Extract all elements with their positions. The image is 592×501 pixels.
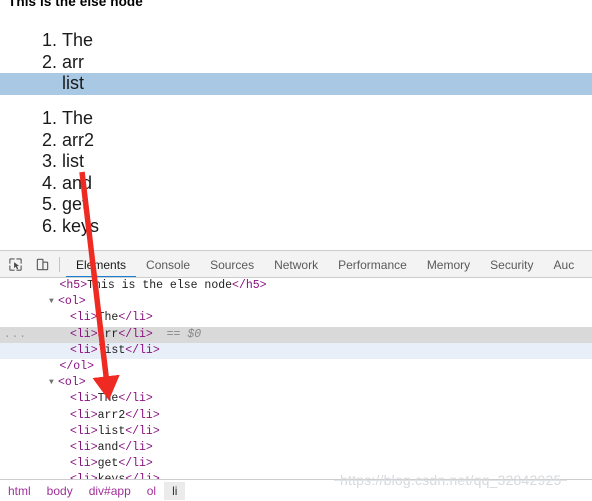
dom-node-row[interactable]: <li>The</li> xyxy=(0,310,592,326)
tab-sources[interactable]: Sources xyxy=(200,252,264,278)
dom-node-content: <li>The</li> xyxy=(70,392,153,406)
toolbar-divider xyxy=(59,256,60,272)
list-item[interactable]: The xyxy=(62,30,592,52)
dom-node-row[interactable]: <li>The</li> xyxy=(0,391,592,407)
list-item[interactable]: list xyxy=(0,73,592,95)
dom-node-content: ▼ <ol> xyxy=(0,295,86,308)
list-item[interactable]: arr xyxy=(62,52,592,74)
list-item[interactable]: arr2 xyxy=(62,130,592,152)
list-item[interactable]: The xyxy=(62,108,592,130)
dom-node-row[interactable]: ▼ <ol> xyxy=(0,294,592,310)
tab-network[interactable]: Network xyxy=(264,252,328,278)
dom-node-row[interactable]: <li>get</li> xyxy=(0,456,592,472)
dom-node-content: <li>get</li> xyxy=(70,457,153,471)
list-item[interactable]: list xyxy=(62,151,592,173)
list-item-label: list xyxy=(62,151,84,171)
list-item-label: The xyxy=(62,30,94,50)
tab-memory[interactable]: Memory xyxy=(417,252,480,278)
dom-node-content: </ol> xyxy=(59,359,95,373)
list-item[interactable]: and xyxy=(62,173,592,195)
list-item[interactable]: keys xyxy=(62,216,592,238)
dom-node-content: <h5>This is the else node</h5> xyxy=(59,279,267,292)
list-item-label: list xyxy=(62,73,84,93)
tab-auc[interactable]: Auc xyxy=(544,252,585,278)
rendered-page-viewport: This is the else node Thearrlist Thearr2… xyxy=(0,0,592,250)
dom-node-content: <li>and</li> xyxy=(70,440,153,454)
inspect-element-icon[interactable] xyxy=(3,252,27,276)
watermark-url: https://blog.csdn.net/qq_32842925 xyxy=(333,472,568,488)
breadcrumb-item-ol[interactable]: ol xyxy=(139,482,164,500)
dom-node-row[interactable]: <li>arr2</li> xyxy=(0,408,592,424)
tab-elements[interactable]: Elements xyxy=(66,252,137,277)
list-item-label: The xyxy=(62,108,94,128)
page-title: This is the else node xyxy=(8,0,143,9)
list-item[interactable]: get xyxy=(62,194,592,216)
dom-node-row[interactable]: ▼ <ol> xyxy=(0,375,592,391)
list-item-label: keys xyxy=(62,215,100,236)
dom-node-row[interactable]: ... <li>arr</li> == $0 xyxy=(0,326,592,343)
breadcrumb-item-li[interactable]: li xyxy=(164,481,186,500)
dom-node-content: ▼ <ol> xyxy=(0,376,86,389)
breadcrumb-item-html[interactable]: html xyxy=(0,482,39,500)
dom-node-content: <li>The</li> xyxy=(70,311,153,325)
devtools-panel: Elements Console Sources Network Performance… xyxy=(0,250,592,501)
dom-node-row[interactable]: <li>list</li> xyxy=(0,424,592,440)
dom-node-content: <li>list</li> xyxy=(70,424,160,438)
dom-node-row[interactable]: <li>list</li> xyxy=(0,342,592,359)
ordered-list-two: Thearr2listandgetkeys xyxy=(0,108,592,237)
dom-tree-view[interactable]: <h5>This is the else node</h5> ▼ <ol> <li>T… xyxy=(0,278,592,479)
list-item-label: and xyxy=(62,172,93,193)
breadcrumb-item-body[interactable]: body xyxy=(39,482,81,500)
expand-triangle-icon[interactable]: ▼ xyxy=(49,294,58,310)
device-toolbar-icon[interactable] xyxy=(30,252,54,276)
devtools-tabstrip: Elements Console Sources Network Performance… xyxy=(66,251,585,278)
list-item-label: arr xyxy=(62,51,84,72)
dom-node-content: <li>arr2</li> xyxy=(70,408,160,422)
tab-performance[interactable]: Performance xyxy=(328,252,417,278)
list-item-label: get xyxy=(62,194,88,214)
tab-console[interactable]: Console xyxy=(136,252,200,278)
dom-ellipsis-marker: ... xyxy=(4,328,27,341)
ordered-list-one: Thearrlist xyxy=(0,30,592,95)
dom-node-content: <li>list</li> xyxy=(70,343,160,357)
list-item-label: arr2 xyxy=(62,129,95,150)
tab-security[interactable]: Security xyxy=(480,252,543,278)
breadcrumb-item-div-app[interactable]: div#app xyxy=(81,482,139,500)
dom-node-row[interactable]: <li>and</li> xyxy=(0,440,592,456)
devtools-toolbar: Elements Console Sources Network Performance… xyxy=(0,251,592,278)
expand-triangle-icon[interactable]: ▼ xyxy=(49,375,58,391)
dom-node-row[interactable]: </ol> xyxy=(0,359,592,375)
dom-node-content: <li>arr</li> == $0 xyxy=(70,327,202,341)
dom-node-row[interactable]: <h5>This is the else node</h5> xyxy=(0,278,592,294)
